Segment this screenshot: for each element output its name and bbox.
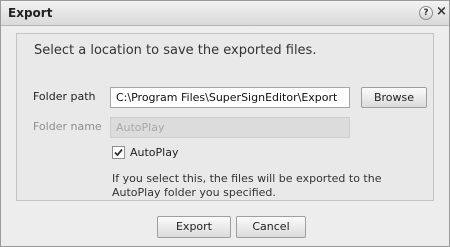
folder-path-label: Folder path <box>33 90 96 103</box>
folder-path-input[interactable]: C:\Program Files\SuperSignEditor\Export <box>110 87 350 108</box>
autoplay-note: If you select this, the files will be ex… <box>112 172 382 199</box>
autoplay-checkbox[interactable] <box>112 146 125 159</box>
help-icon[interactable]: ? <box>419 6 433 20</box>
close-icon[interactable]: × <box>436 4 447 20</box>
cancel-button[interactable]: Cancel <box>236 216 306 238</box>
export-options-panel: Select a location to save the exported f… <box>16 33 434 201</box>
folder-name-input: AutoPlay <box>110 117 350 138</box>
autoplay-label[interactable]: AutoPlay <box>130 146 178 159</box>
export-dialog: Export ? × Select a location to save the… <box>0 0 450 247</box>
dialog-title: Export <box>8 6 53 20</box>
checkmark-icon <box>114 148 123 157</box>
export-button[interactable]: Export <box>157 216 231 238</box>
folder-name-label: Folder name <box>33 120 102 133</box>
instruction-text: Select a location to save the exported f… <box>34 43 317 58</box>
browse-button[interactable]: Browse <box>361 87 427 108</box>
title-bar: Export ? × <box>1 1 449 26</box>
